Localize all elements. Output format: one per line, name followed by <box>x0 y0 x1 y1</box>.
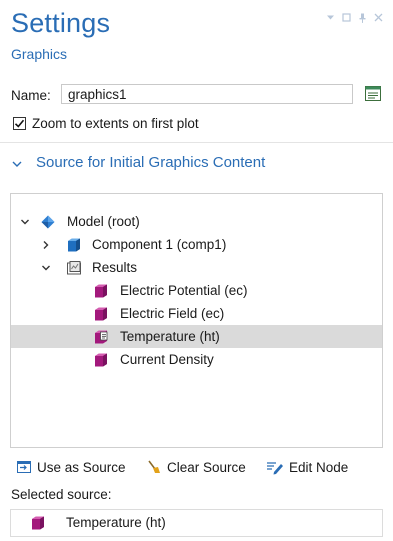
document-icon <box>365 86 381 101</box>
model-root-icon <box>40 214 56 230</box>
clear-source-button[interactable]: Clear Source <box>146 456 246 478</box>
zoom-to-extents-label: Zoom to extents on first plot <box>32 116 199 131</box>
document-button[interactable] <box>362 83 384 105</box>
tree-item-electric-potential[interactable]: Electric Potential (ec) <box>11 279 382 302</box>
edit-node-label: Edit Node <box>289 459 349 475</box>
divider <box>0 142 393 143</box>
tree-item-component[interactable]: Component 1 (comp1) <box>11 233 382 256</box>
tree-item-label: Model (root) <box>67 214 140 229</box>
results-icon <box>66 260 82 276</box>
panel-title: Settings <box>11 8 111 38</box>
tree-item-current-density[interactable]: Current Density <box>11 348 382 371</box>
chevron-down-icon[interactable] <box>40 262 52 274</box>
section-chevron-down-icon[interactable] <box>10 157 24 171</box>
use-as-source-icon <box>17 461 31 473</box>
maximize-icon[interactable] <box>341 13 351 26</box>
selected-source-label: Selected source: <box>11 487 112 502</box>
panel-subtitle: Graphics <box>11 46 68 62</box>
clear-source-label: Clear Source <box>167 459 246 475</box>
plot-group-doc-icon <box>93 329 109 345</box>
tree-item-label: Results <box>92 260 138 275</box>
broom-icon <box>148 460 160 473</box>
component-icon <box>66 237 82 253</box>
tree-item-label: Temperature (ht) <box>120 329 220 344</box>
tree-item-model-root[interactable]: Model (root) <box>11 210 382 233</box>
pin-icon[interactable] <box>357 13 367 26</box>
chevron-right-icon[interactable] <box>40 239 52 251</box>
close-icon[interactable] <box>373 13 383 26</box>
tree-item-label: Electric Potential (ec) <box>120 283 248 298</box>
source-tree: Model (root) Component 1 (comp1) Results… <box>10 193 383 448</box>
tree-item-label: Current Density <box>120 352 214 367</box>
edit-node-icon <box>267 462 283 475</box>
window-controls <box>325 13 383 26</box>
section-title[interactable]: Source for Initial Graphics Content <box>36 154 265 171</box>
chevron-down-icon[interactable] <box>19 216 31 228</box>
tree-item-label: Component 1 (comp1) <box>92 237 227 252</box>
tree-item-electric-field[interactable]: Electric Field (ec) <box>11 302 382 325</box>
name-label: Name: <box>11 88 51 103</box>
plot-group-icon <box>93 283 109 299</box>
tree-item-label: Electric Field (ec) <box>120 306 225 321</box>
edit-node-button[interactable]: Edit Node <box>266 456 348 478</box>
plot-group-icon <box>30 515 46 531</box>
zoom-to-extents-checkbox[interactable] <box>13 117 26 130</box>
name-input[interactable]: graphics1 <box>61 84 353 104</box>
checkmark-icon <box>14 119 25 128</box>
tree-item-temperature[interactable]: Temperature (ht) <box>11 325 382 348</box>
selected-source-value: Temperature (ht) <box>66 515 166 530</box>
use-as-source-label: Use as Source <box>37 459 126 475</box>
plot-group-icon <box>93 306 109 322</box>
chevron-down-icon[interactable] <box>325 13 335 26</box>
use-as-source-button[interactable]: Use as Source <box>16 456 126 478</box>
tree-item-results[interactable]: Results <box>11 256 382 279</box>
plot-group-icon <box>93 352 109 368</box>
